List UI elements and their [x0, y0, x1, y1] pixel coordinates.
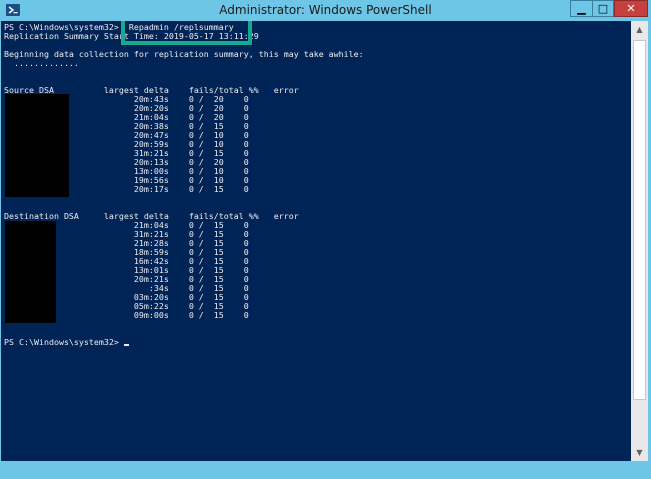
- redacted-source-dsa-names: [5, 94, 69, 197]
- minimize-button[interactable]: ▁: [570, 0, 592, 17]
- console-line: 09m:00s 0 / 15 0: [4, 310, 249, 320]
- scroll-up-arrow-icon[interactable]: ▲: [631, 21, 648, 38]
- console-line: .............: [4, 58, 79, 68]
- prompt-line[interactable]: PS C:\Windows\system32>: [4, 338, 364, 347]
- powershell-window: Administrator: Windows PowerShell ▁ □ ✕ …: [0, 0, 651, 479]
- bottom-frame: [1, 461, 631, 476]
- console-area[interactable]: PS C:\Windows\system32> Repadmin /replsu…: [1, 21, 631, 472]
- scrollbar-thumb[interactable]: [633, 40, 646, 400]
- command-highlight-box: [121, 21, 252, 45]
- text-cursor: [123, 344, 129, 346]
- window-title: Administrator: Windows PowerShell: [219, 3, 432, 17]
- vertical-scrollbar[interactable]: ▲ ▼: [631, 21, 648, 461]
- close-button[interactable]: ✕: [614, 0, 648, 17]
- redacted-destination-dsa-names: [5, 221, 56, 323]
- title-bar[interactable]: Administrator: Windows PowerShell ▁ □ ✕: [0, 0, 651, 21]
- maximize-button[interactable]: □: [592, 0, 614, 17]
- scroll-down-arrow-icon[interactable]: ▼: [631, 444, 648, 461]
- prompt-text: PS C:\Windows\system32>: [4, 337, 124, 347]
